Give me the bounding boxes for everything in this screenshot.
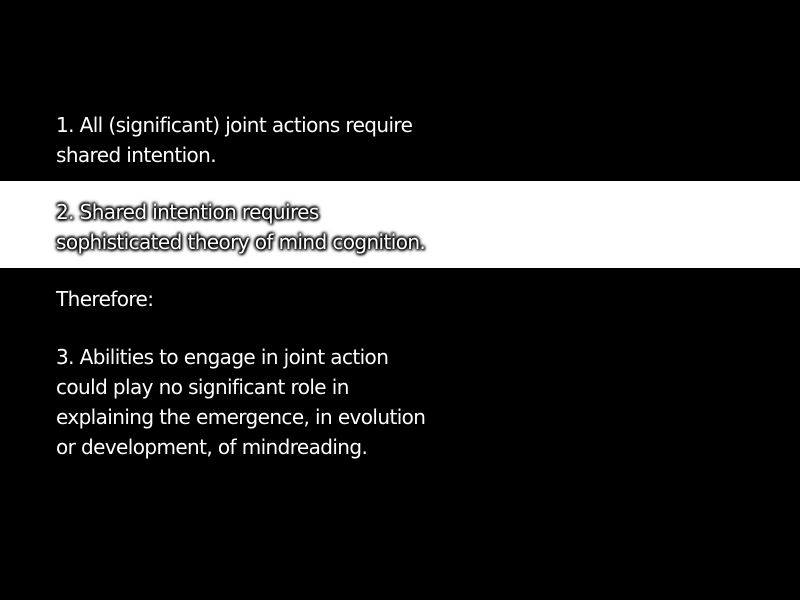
text-line: sophisticated theory of mind cognition. [56, 230, 426, 254]
text-line: or development, of mindreading. [56, 435, 368, 459]
text-line: 3. Abilities to engage in joint action [56, 345, 389, 369]
text-line: 1. All (significant) joint actions requi… [56, 113, 413, 137]
text-line: explaining the emergence, in evolution [56, 405, 426, 429]
text-line: shared intention. [56, 143, 217, 167]
premise-2-highlighted: 2. Shared intention requires sophisticat… [56, 197, 426, 257]
text-line: 2. Shared intention requires [56, 200, 319, 224]
therefore-label: Therefore: [56, 284, 154, 314]
text-line: could play no significant role in [56, 375, 349, 399]
conclusion-3: 3. Abilities to engage in joint action c… [56, 342, 426, 462]
premise-1: 1. All (significant) joint actions requi… [56, 110, 413, 170]
text-line: Therefore: [56, 287, 154, 311]
